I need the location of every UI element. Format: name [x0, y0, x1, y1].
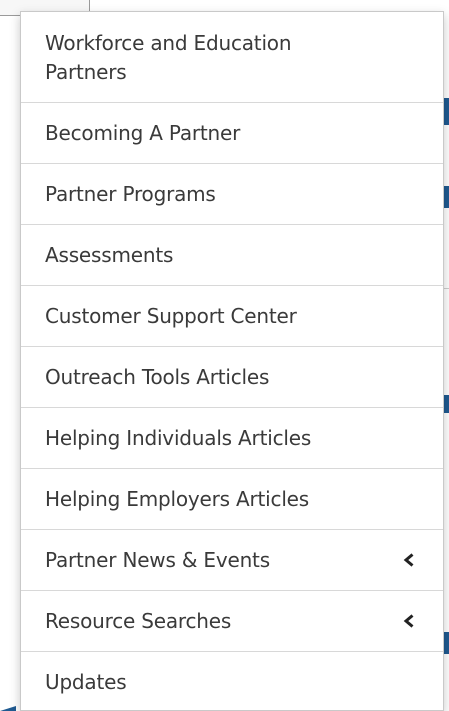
menu-item-label: Partner Programs	[45, 181, 216, 206]
menu-item-updates[interactable]: Updates	[21, 652, 443, 710]
background-accent-bar	[444, 186, 449, 208]
menu-item-label: Customer Support Center	[45, 303, 297, 328]
menu-item-label: Updates	[45, 670, 127, 694]
menu-list: Workforce and Education Partners Becomin…	[21, 12, 443, 710]
menu-item-label: Becoming A Partner	[45, 120, 241, 145]
menu-item-becoming-a-partner[interactable]: Becoming A Partner	[21, 103, 443, 164]
menu-item-customer-support-center[interactable]: Customer Support Center	[21, 286, 443, 347]
menu-item-label: Partner News & Events	[45, 547, 270, 572]
background-accent-bar	[444, 395, 449, 413]
chevron-left-icon[interactable]	[401, 613, 417, 629]
page: Workforce and Education Partners Becomin…	[0, 0, 449, 711]
background-accent-bar	[444, 632, 449, 654]
menu-item-outreach-tools-articles[interactable]: Outreach Tools Articles	[21, 347, 443, 408]
menu-item-helping-employers-articles[interactable]: Helping Employers Articles	[21, 469, 443, 530]
menu-item-label: Outreach Tools Articles	[45, 364, 270, 389]
menu-item-label: Assessments	[45, 242, 174, 267]
menu-item-assessments[interactable]: Assessments	[21, 225, 443, 286]
menu-item-partner-news-and-events[interactable]: Partner News & Events	[21, 530, 443, 591]
menu-item-label: Resource Searches	[45, 608, 232, 633]
menu-item-workforce-and-education-partners[interactable]: Workforce and Education Partners	[21, 12, 443, 103]
menu-item-helping-individuals-articles[interactable]: Helping Individuals Articles	[21, 408, 443, 469]
dropdown-menu: Workforce and Education Partners Becomin…	[20, 11, 444, 711]
menu-item-resource-searches[interactable]: Resource Searches	[21, 591, 443, 652]
menu-item-label: Helping Individuals Articles	[45, 425, 312, 450]
background-accent-corner	[0, 706, 16, 711]
menu-item-label: Workforce and Education Partners	[45, 31, 292, 84]
menu-item-partner-programs[interactable]: Partner Programs	[21, 164, 443, 225]
background-accent-bar	[444, 98, 449, 125]
chevron-left-icon[interactable]	[401, 552, 417, 568]
menu-item-label: Helping Employers Articles	[45, 486, 310, 511]
